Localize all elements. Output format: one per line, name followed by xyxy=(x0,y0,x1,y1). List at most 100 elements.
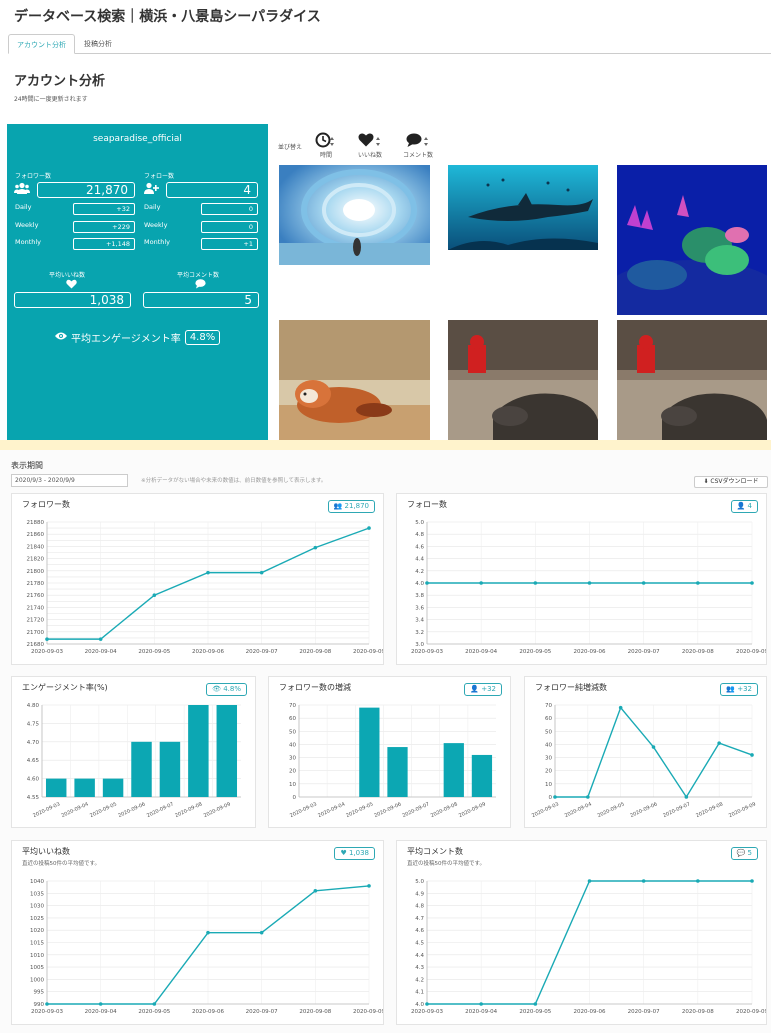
tab-post-analysis[interactable]: 投稿分析 xyxy=(76,34,120,54)
follower-change-chart-card: フォロワー数の増減 👤 +32 0 10 20 30 40 50 60 70 2020-09-0… xyxy=(268,676,511,828)
y-tick-label: 4.80 xyxy=(27,703,40,709)
following-chart-card: フォロー数 👤 4 3.0 3.2 3.4 3.6 3.8 4.0 4.2 4.4 4.6 4.8… xyxy=(396,493,767,665)
y-tick-label: 70 xyxy=(545,703,552,709)
data-point xyxy=(479,581,483,585)
x-tick-label: 2020-09-08 xyxy=(299,649,331,655)
post-thumbnail[interactable] xyxy=(448,320,598,440)
user-plus-icon xyxy=(143,182,159,198)
post-thumbnail[interactable] xyxy=(617,320,767,440)
engagement-chart-card: エンゲージメント率(%) 👁 4.8% 4.55 4.60 4.65 4.70 4.75… xyxy=(11,676,256,828)
data-point xyxy=(696,581,700,585)
data-point xyxy=(750,753,754,757)
y-tick-label: 3.6 xyxy=(415,605,424,611)
comment-icon xyxy=(195,279,206,292)
data-point xyxy=(45,1002,49,1006)
x-tick-label: 2020-09-04 xyxy=(317,801,346,819)
x-tick-label: 2020-09-06 xyxy=(117,801,146,819)
x-tick-label: 2020-09-03 xyxy=(31,649,63,655)
y-tick-label: 4.4 xyxy=(415,557,424,563)
bar xyxy=(188,705,209,797)
y-tick-label: 3.4 xyxy=(415,618,424,624)
post-thumbnail[interactable] xyxy=(448,165,598,250)
y-tick-label: 4.6 xyxy=(415,928,424,934)
download-icon: ⬇ xyxy=(703,478,709,485)
y-tick-label: 995 xyxy=(34,990,45,996)
y-tick-label: 0 xyxy=(549,795,553,801)
sort-comment-icon xyxy=(398,132,438,150)
y-tick-label: 4.5 xyxy=(415,941,424,947)
y-tick-label: 4.0 xyxy=(415,581,424,587)
y-tick-label: 4.70 xyxy=(27,740,40,746)
chart-section: 表示期間 2020/9/3 - 2020/9/9 ※分析データがない場合や未来の… xyxy=(0,450,771,1033)
y-tick-label: 4.60 xyxy=(27,777,40,783)
x-tick-label: 2020-09-09 xyxy=(736,1009,766,1015)
x-tick-label: 2020-09-08 xyxy=(682,1009,714,1015)
avg-likes-chart: 990 995 1000 1005 1010 1015 1020 1025 1030 1035 10… xyxy=(30,879,383,1015)
sort-by-comments[interactable]: コメント数 xyxy=(398,132,438,159)
tab-account-analysis[interactable]: アカウント分析 xyxy=(8,34,75,54)
x-tick-label: 2020-09-09 xyxy=(353,649,383,655)
avg-likes-label: 平均いいね数 xyxy=(49,272,86,279)
eye-icon xyxy=(55,332,67,343)
data-point xyxy=(152,593,157,597)
y-tick-label: 30 xyxy=(545,756,552,762)
x-tick-label: 2020-09-06 xyxy=(192,1009,224,1015)
bar xyxy=(216,705,238,797)
y-tick-label: 4.4 xyxy=(415,953,424,959)
followers-chart: 21680 21700 21720 21740 21760 21780 21800 21820… xyxy=(27,520,384,655)
x-tick-label: 2020-09-08 xyxy=(430,801,459,819)
bar xyxy=(74,778,95,797)
followers-monthly-label: Monthly xyxy=(15,238,42,246)
y-tick-label: 1000 xyxy=(30,977,44,983)
avg-likes-value: 1,038 xyxy=(14,292,131,308)
followers-daily-label: Daily xyxy=(15,203,32,211)
sort-comments-label: コメント数 xyxy=(402,152,433,159)
y-tick-label: 4.2 xyxy=(415,977,424,983)
x-tick-label: 2020-09-09 xyxy=(458,801,487,819)
post-thumbnail[interactable] xyxy=(279,320,430,440)
x-tick-label: 2020-09-03 xyxy=(411,649,443,655)
y-tick-label: 4.0 xyxy=(415,1002,424,1008)
data-point xyxy=(651,745,656,749)
bar xyxy=(159,741,181,797)
data-point xyxy=(313,545,318,550)
following-monthly-value: +1 xyxy=(201,238,258,250)
followers-chart-card: フォロワー数 👥 21,870 21680 21700 21720 21740 2176… xyxy=(11,493,384,665)
post-thumbnail[interactable] xyxy=(617,165,767,315)
data-point xyxy=(533,581,538,585)
x-tick-label: 2020-09-05 xyxy=(138,649,170,655)
data-point xyxy=(750,879,754,883)
y-tick-label: 60 xyxy=(545,716,552,722)
x-tick-label: 2020-09-09 xyxy=(736,649,766,655)
data-point xyxy=(367,884,371,888)
data-point xyxy=(98,637,103,641)
followers-label: フォロワー数 xyxy=(15,173,52,180)
x-tick-label: 2020-09-05 xyxy=(519,1009,551,1015)
x-tick-label: 2020-09-07 xyxy=(402,801,431,819)
x-tick-label: 2020-09-08 xyxy=(299,1009,331,1015)
sort-by-time[interactable]: 時間 xyxy=(306,132,346,159)
following-value: 4 xyxy=(166,182,258,198)
x-tick-label: 2020-09-06 xyxy=(192,649,224,655)
x-tick-label: 2020-09-03 xyxy=(31,1009,63,1015)
following-chart: 3.0 3.2 3.4 3.6 3.8 4.0 4.2 4.4 4.6 4.8 5.0 2020-09… xyxy=(411,520,766,655)
x-tick-label: 2020-09-05 xyxy=(345,801,374,819)
y-tick-label: 21800 xyxy=(27,569,45,575)
y-tick-label: 4.9 xyxy=(415,891,424,897)
post-thumbnail[interactable] xyxy=(279,165,430,265)
y-tick-label: 4.8 xyxy=(415,904,424,910)
following-daily-value: 0 xyxy=(201,203,258,215)
y-tick-label: 21700 xyxy=(27,630,45,636)
period-input[interactable]: 2020/9/3 - 2020/9/9 xyxy=(11,474,128,487)
data-point xyxy=(717,741,721,745)
sort-by-likes[interactable]: いいね数 xyxy=(350,132,390,159)
data-point xyxy=(367,526,371,530)
csv-download-button[interactable]: ⬇ CSVダウンロード xyxy=(694,476,768,488)
bar xyxy=(443,743,464,797)
bar xyxy=(102,778,124,797)
y-tick-label: 70 xyxy=(289,703,296,709)
data-point xyxy=(152,1002,157,1006)
x-tick-label: 2020-09-09 xyxy=(353,1009,383,1015)
y-tick-label: 4.2 xyxy=(415,569,424,575)
y-tick-label: 30 xyxy=(289,756,296,762)
